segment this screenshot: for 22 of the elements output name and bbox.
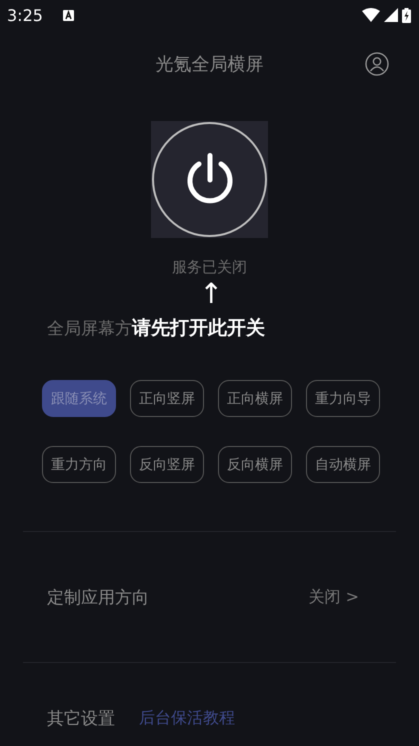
service-status: 服务已关闭	[171, 258, 248, 277]
orientation-option[interactable]: 重力向导	[306, 380, 380, 417]
battery-icon	[402, 8, 411, 22]
orientation-option[interactable]: 正向横屏	[218, 380, 292, 417]
setting-label: 定制应用方向	[47, 586, 149, 608]
power-button[interactable]	[151, 121, 268, 238]
signal-icon	[384, 8, 398, 22]
hint-text: 请先打开此开关	[132, 316, 265, 341]
app-title: 光氪全局横屏	[156, 53, 264, 76]
wifi-icon	[362, 8, 380, 22]
orientation-option[interactable]: 重力方向	[42, 446, 116, 483]
notification-icon	[62, 10, 74, 20]
account-icon[interactable]	[365, 52, 389, 76]
hint-arrow: ↑	[200, 279, 220, 309]
section-label: 全局屏幕方	[47, 318, 132, 340]
orientation-option[interactable]: 反向竖屏	[130, 446, 204, 483]
orientation-option[interactable]: 反向横屏	[218, 446, 292, 483]
orientation-option[interactable]: 正向竖屏	[130, 380, 204, 417]
section-label: 其它设置	[47, 708, 115, 730]
orientation-option[interactable]: 自动横屏	[306, 446, 380, 483]
setting-value[interactable]: 关闭 >	[308, 586, 359, 608]
status-time: 3:25	[7, 6, 43, 24]
